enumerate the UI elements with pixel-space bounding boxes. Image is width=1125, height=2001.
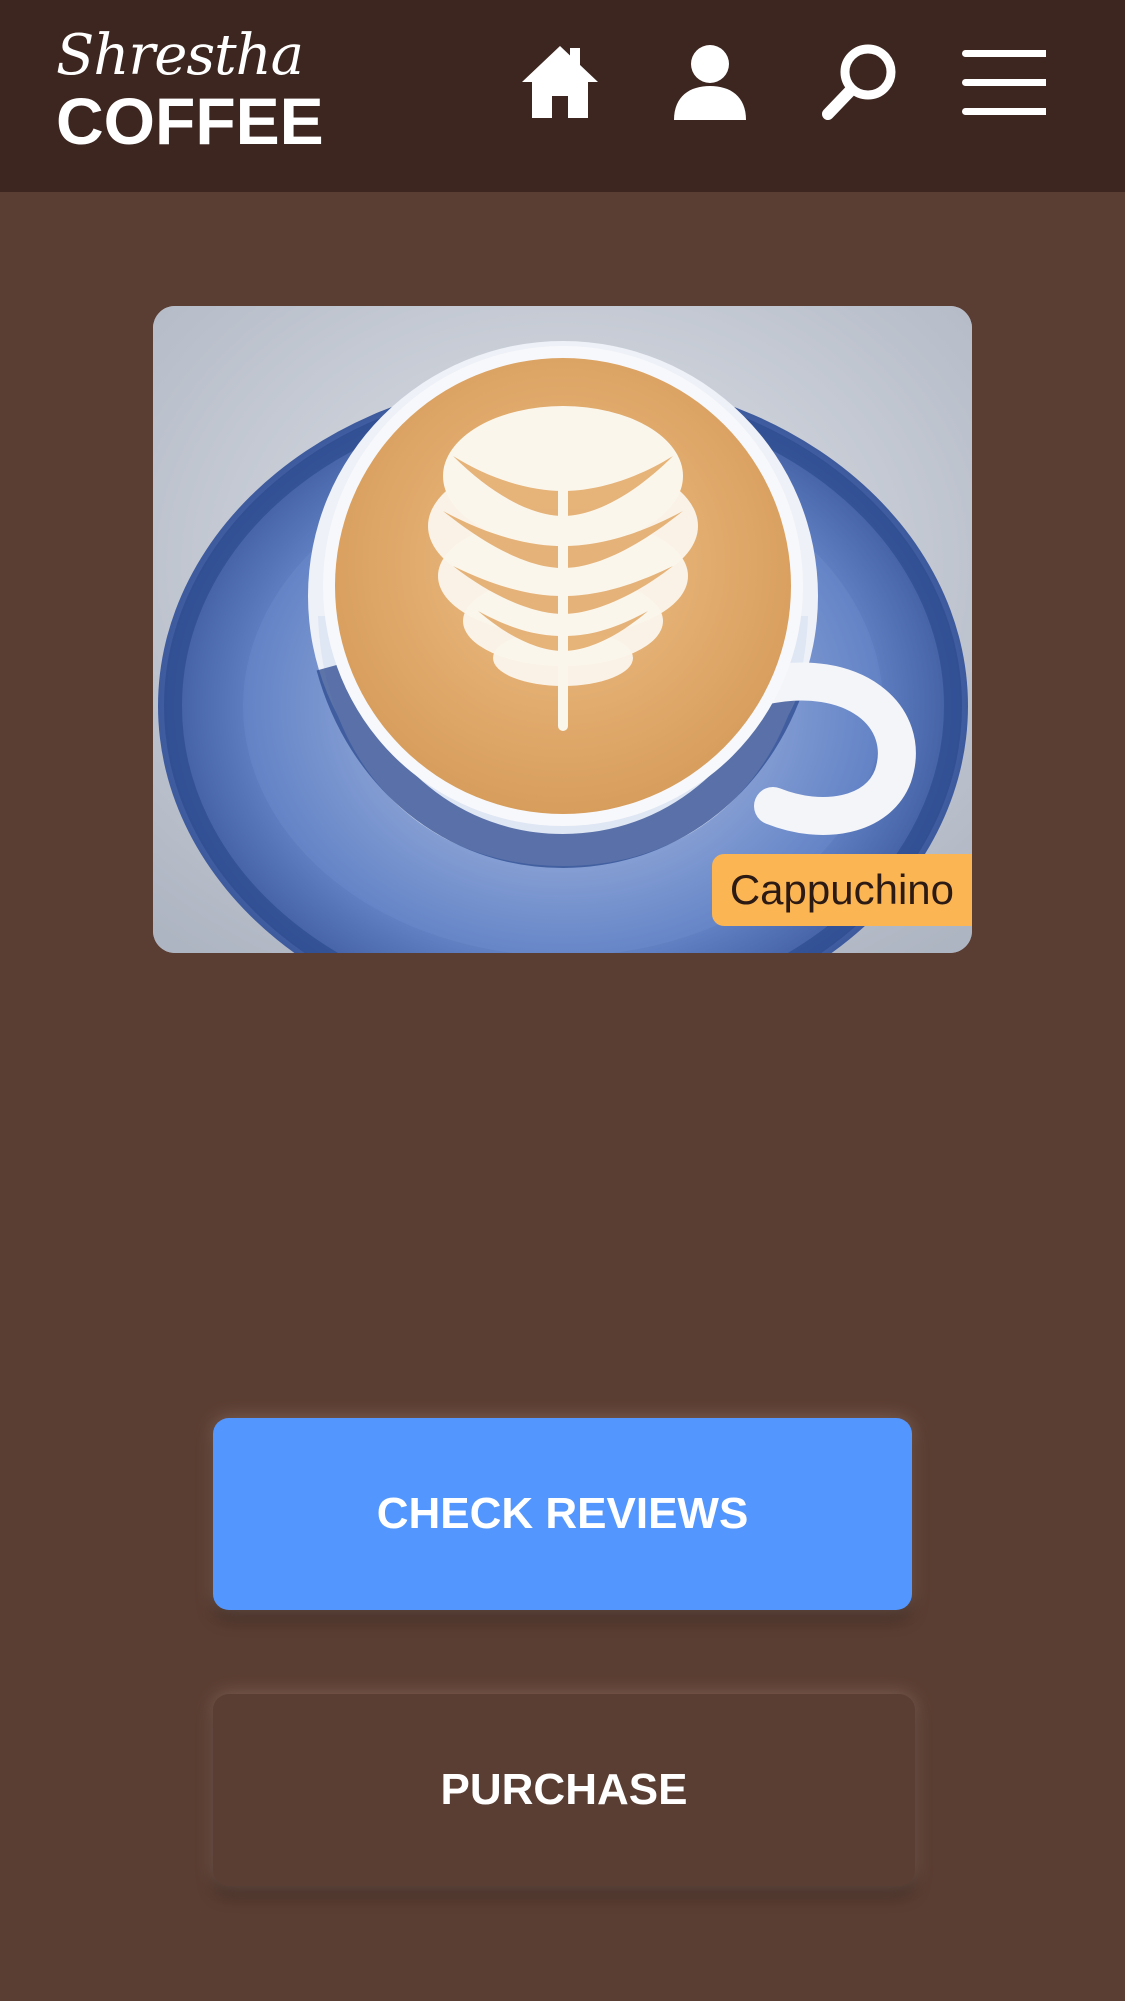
product-name-label: Cappuchino [711, 853, 972, 926]
product-card[interactable]: Cappuchino [153, 306, 972, 953]
user-icon[interactable] [668, 40, 752, 124]
brand-logo[interactable]: Shrestha COFFEE [56, 23, 324, 158]
logo-main-text: COFFEE [56, 84, 324, 158]
menu-icon[interactable] [962, 40, 1046, 124]
home-icon[interactable] [518, 40, 602, 124]
check-reviews-button[interactable]: CHECK REVIEWS [213, 1418, 912, 1610]
app-header: Shrestha COFFEE [0, 0, 1125, 192]
logo-script-text: Shrestha [56, 23, 304, 88]
purchase-button[interactable]: PURCHASE [213, 1694, 915, 1886]
search-icon[interactable] [818, 40, 902, 124]
